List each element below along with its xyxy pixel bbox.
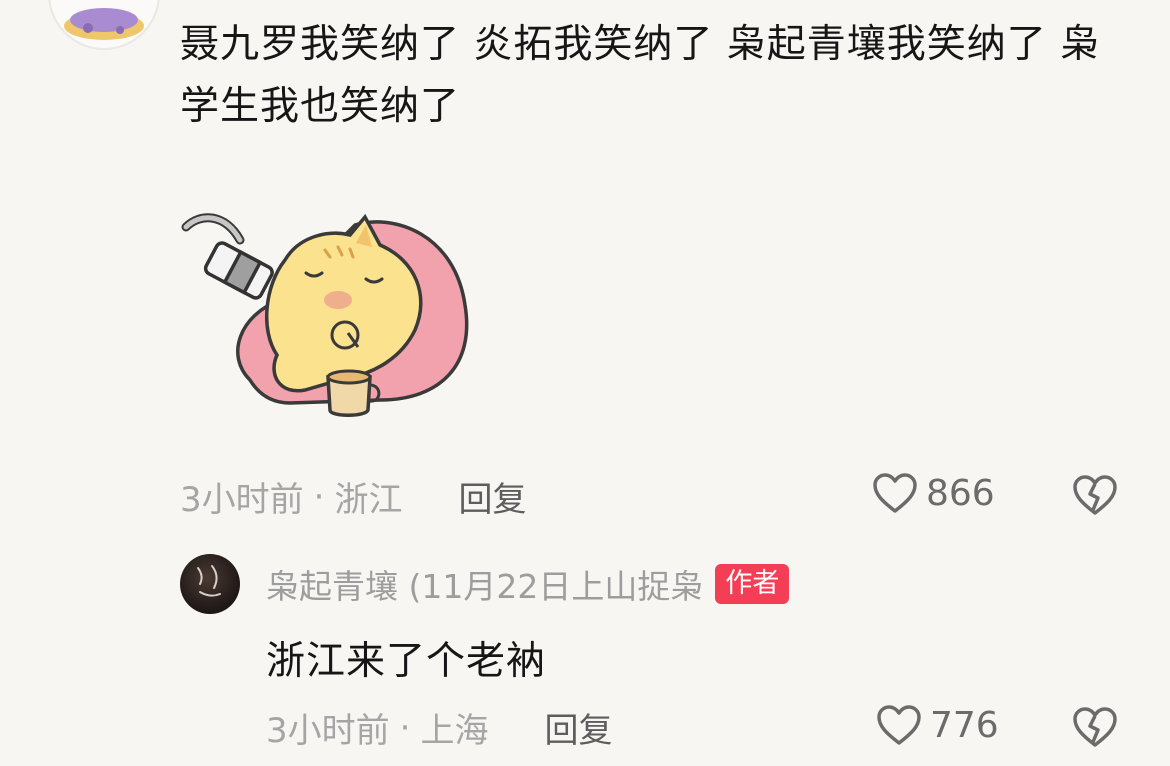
comment-location: 浙江 — [334, 480, 403, 520]
reply-dislike-button[interactable] — [1072, 706, 1118, 752]
heart-outline-icon — [877, 705, 921, 745]
broken-heart-icon — [1073, 707, 1117, 747]
author-badge: 作者 — [715, 564, 790, 604]
meta-separator: · — [313, 476, 325, 517]
reply-location: 上海 — [420, 711, 489, 751]
reply-like-button[interactable]: 776 — [876, 704, 999, 746]
comment-thread: 聂九罗我笑纳了 炎拓我笑纳了 枭起青壤我笑纳了 枭学生我也笑纳了 3小时前 · … — [0, 0, 1170, 766]
reply-time: 3小时前 — [266, 711, 390, 751]
broken-heart-icon — [1073, 475, 1117, 515]
reply-text: 浙江来了个老衲 — [266, 639, 547, 684]
sleepy-cat-sticker[interactable] — [180, 205, 480, 430]
like-button[interactable]: 866 — [872, 472, 995, 514]
dislike-button[interactable] — [1072, 474, 1118, 520]
author-name[interactable]: 枭起青壤 (11月22日上山捉枭 — [266, 560, 703, 608]
author-avatar[interactable] — [180, 554, 240, 614]
heart-outline-icon — [873, 473, 917, 513]
reply-header: 枭起青壤 (11月22日上山捉枭 作者 — [266, 560, 790, 608]
comment-text: 聂九罗我笑纳了 炎拓我笑纳了 枭起青壤我笑纳了 枭学生我也笑纳了 — [180, 22, 1101, 129]
like-count: 866 — [926, 472, 995, 514]
meta-separator: · — [399, 707, 411, 748]
commenter-avatar[interactable] — [48, 0, 160, 50]
reply-meta: 3小时前 · 上海 回复 — [266, 703, 612, 752]
comment-meta: 3小时前 · 浙江 回复 — [180, 472, 526, 521]
comment-time: 3小时前 — [180, 480, 304, 520]
reply-button[interactable]: 回复 — [458, 472, 526, 521]
reply-button[interactable]: 回复 — [544, 703, 612, 752]
like-count: 776 — [930, 704, 999, 746]
